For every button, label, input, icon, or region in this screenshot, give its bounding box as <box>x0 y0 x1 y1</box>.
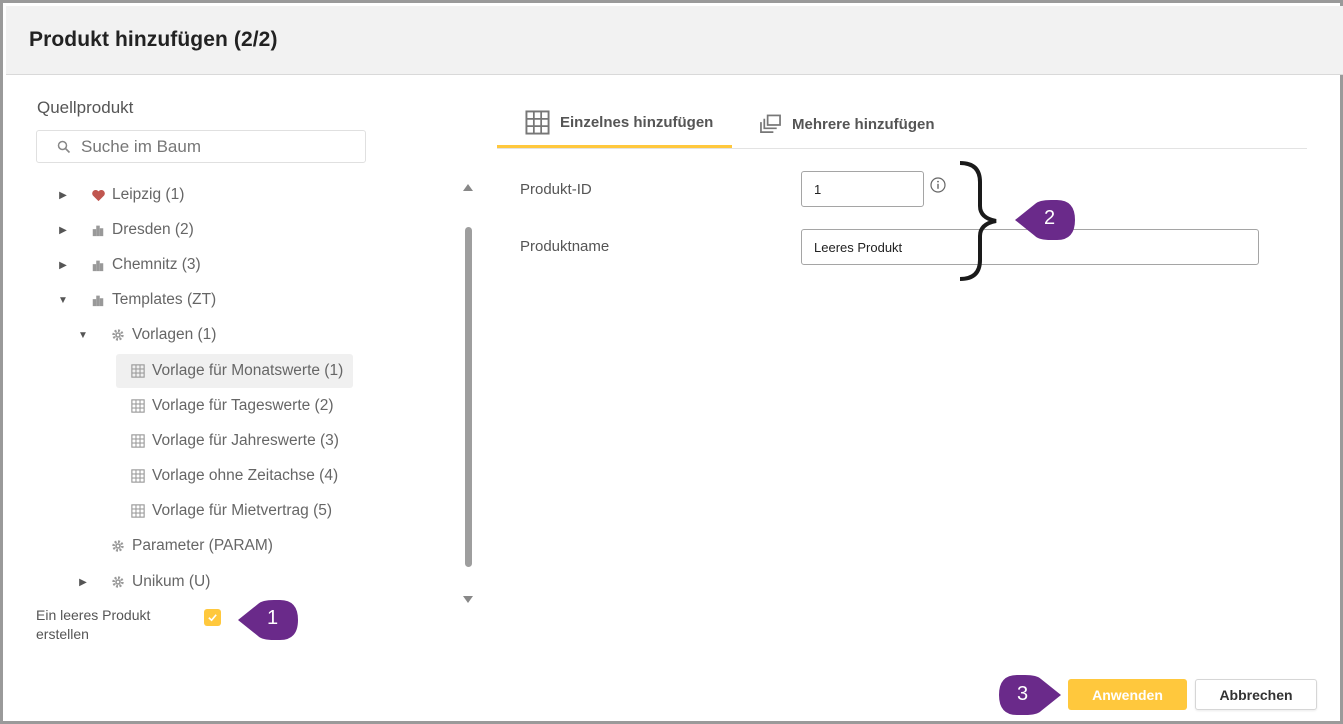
gear-icon <box>110 327 126 343</box>
expand-arrow-icon[interactable]: ▶ <box>56 225 70 236</box>
scroll-down-arrow-icon[interactable] <box>463 596 473 603</box>
product-name-label: Produktname <box>520 238 610 255</box>
tree-node-parameter[interactable]: Parameter (PARAM) <box>110 529 273 563</box>
tree-node-chemnitz[interactable]: ▶ Chemnitz (3) <box>56 248 201 282</box>
cancel-button[interactable]: Abbrechen <box>1195 679 1317 710</box>
callout-badge-icon <box>999 675 1061 715</box>
tree-scrollbar-thumb[interactable] <box>465 227 472 567</box>
callout-2: 2 <box>1013 198 1075 242</box>
tree-node-label: Vorlage für Monatswerte (1) <box>152 362 344 379</box>
tree-node-label: Templates (ZT) <box>112 291 217 308</box>
tree-node-label: Leipzig (1) <box>112 186 185 203</box>
building-icon <box>90 222 106 238</box>
tree-node-label: Vorlage für Tageswerte (2) <box>152 397 334 414</box>
tree-node-unikum[interactable]: ▶ Unikum (U) <box>76 565 210 599</box>
gear-icon <box>110 574 126 590</box>
dialog-title: Produkt hinzufügen (2/2) <box>29 28 278 51</box>
tree-node-templates[interactable]: ▼ Templates (ZT) <box>56 283 216 317</box>
product-id-input[interactable] <box>801 171 924 207</box>
collapse-arrow-icon[interactable]: ▼ <box>76 330 90 341</box>
callout-1: 1 <box>236 598 298 642</box>
building-icon <box>90 292 106 308</box>
grid-icon <box>130 363 146 379</box>
tree-node-label: Chemnitz (3) <box>112 256 201 273</box>
info-icon[interactable] <box>930 177 946 193</box>
tree-node-label: Vorlage für Jahreswerte (3) <box>152 432 339 449</box>
expand-arrow-icon[interactable]: ▶ <box>56 190 70 201</box>
tree-node-vorlagen[interactable]: ▼ Vorlagen (1) <box>76 318 216 352</box>
product-tree: ▶ Leipzig (1) ▶ Dresden (2) ▶ Chemnitz (… <box>36 178 456 598</box>
curly-brace-icon <box>959 161 997 281</box>
stack-icon <box>759 114 782 135</box>
collapse-arrow-icon[interactable]: ▼ <box>56 295 70 306</box>
tree-node-tageswerte[interactable]: Vorlage für Tageswerte (2) <box>130 389 334 423</box>
gear-icon <box>110 538 126 554</box>
tree-node-label: Vorlagen (1) <box>132 326 217 343</box>
tree-node-jahreswerte[interactable]: Vorlage für Jahreswerte (3) <box>130 424 339 458</box>
tab-label: Einzelnes hinzufügen <box>560 114 714 131</box>
tree-node-label: Dresden (2) <box>112 221 194 238</box>
tree-node-leipzig[interactable]: ▶ Leipzig (1) <box>56 178 184 212</box>
empty-product-label: Ein leeres Produkt erstellen <box>36 607 151 642</box>
tab-multiple-add[interactable]: Mehrere hinzufügen <box>759 100 935 148</box>
search-icon <box>57 140 71 154</box>
tree-search-input[interactable] <box>81 135 361 159</box>
tree-node-dresden[interactable]: ▶ Dresden (2) <box>56 213 194 247</box>
tree-node-mietvertrag[interactable]: Vorlage für Mietvertrag (5) <box>130 494 332 528</box>
heart-icon <box>90 187 106 203</box>
expand-arrow-icon[interactable]: ▶ <box>76 577 90 588</box>
tree-node-ohne-zeitachse[interactable]: Vorlage ohne Zeitachse (4) <box>130 459 338 493</box>
tab-label: Mehrere hinzufügen <box>792 115 935 133</box>
empty-product-checkbox[interactable] <box>204 609 221 626</box>
grid-icon <box>525 110 550 135</box>
tab-single-add[interactable]: Einzelnes hinzufügen <box>497 100 732 148</box>
callout-3: 3 <box>997 673 1061 717</box>
grid-icon <box>130 468 146 484</box>
grid-icon <box>130 398 146 414</box>
source-product-label: Quellprodukt <box>37 98 134 117</box>
tree-node-monatswerte[interactable]: Vorlage für Monatswerte (1) <box>116 354 354 388</box>
grid-icon <box>130 433 146 449</box>
scroll-up-arrow-icon[interactable] <box>463 184 473 191</box>
tree-node-label: Unikum (U) <box>132 573 211 590</box>
apply-button[interactable]: Anwenden <box>1068 679 1187 710</box>
dialog-header: Produkt hinzufügen (2/2) <box>6 6 1343 75</box>
expand-arrow-icon[interactable]: ▶ <box>56 260 70 271</box>
tree-node-label: Vorlage ohne Zeitachse (4) <box>152 467 339 484</box>
add-mode-tabs: Einzelnes hinzufügen Mehrere hinzufügen <box>497 100 1307 149</box>
tree-node-label: Vorlage für Mietvertrag (5) <box>152 502 333 519</box>
tree-node-label: Parameter (PARAM) <box>132 537 273 554</box>
grid-icon <box>130 503 146 519</box>
tree-search[interactable] <box>36 130 366 163</box>
product-id-label: Produkt-ID <box>520 181 592 198</box>
building-icon <box>90 257 106 273</box>
checkmark-icon <box>208 614 217 622</box>
